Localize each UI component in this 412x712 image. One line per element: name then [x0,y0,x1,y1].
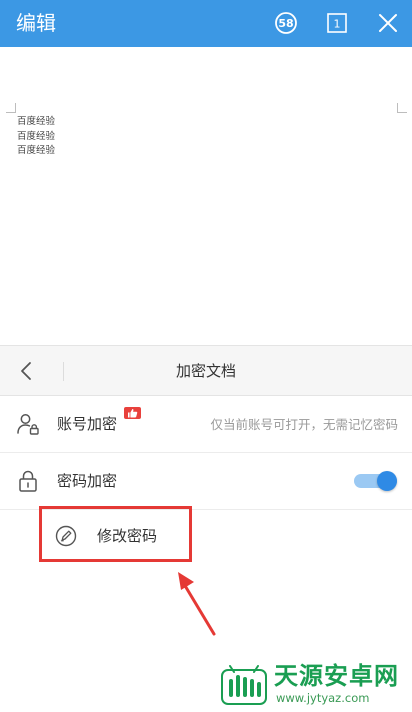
document-canvas[interactable]: 百度经验 百度经验 百度经验 [0,47,412,345]
thumbs-up-icon [128,409,138,418]
document-line: 百度经验 [17,130,56,142]
count-badge-text: 58 [278,17,293,30]
password-encryption-toggle[interactable] [354,471,399,491]
crop-mark-top-right [397,103,407,113]
top-bar: 编辑 58 1 [0,0,412,47]
password-encryption-label: 密码加密 [57,472,118,490]
android-logo-icon [221,665,267,705]
account-encryption-row[interactable]: 账号加密 仅当前账号可打开，无需记忆密码 [0,396,412,453]
unread-count-icon[interactable]: 58 [274,11,298,35]
annotation-arrow-icon [178,572,216,636]
document-line: 百度经验 [17,116,56,127]
page-title: 编辑 [16,11,56,35]
lock-icon [19,470,37,492]
account-encryption-hint: 仅当前账号可打开，无需记忆密码 [210,417,398,432]
encrypt-document-panel: 加密文档 账号加密 仅当前账号可打开，无需记忆密码 密码加密 修改密码 [0,345,412,712]
account-encryption-label: 账号加密 [57,415,118,433]
password-encryption-row[interactable]: 密码加密 [0,453,412,510]
document-line: 百度经验 [17,145,56,156]
page-indicator-icon[interactable]: 1 [325,11,349,35]
close-icon[interactable] [376,11,400,35]
recommend-badge [124,407,141,419]
crop-mark-top-left [6,103,16,113]
user-lock-icon [17,414,39,435]
page-indicator-text: 1 [334,18,341,31]
toggle-knob [377,471,397,491]
panel-title: 加密文档 [175,362,236,380]
watermark: 天源安卓网 www.jytyaz.com [220,660,410,708]
watermark-name: 天源安卓网 [274,662,399,690]
panel-header: 加密文档 [0,345,412,396]
watermark-url: www.jytyaz.com [276,691,370,705]
highlight-box [39,506,192,562]
document-text: 百度经验 百度经验 百度经验 [17,115,55,159]
